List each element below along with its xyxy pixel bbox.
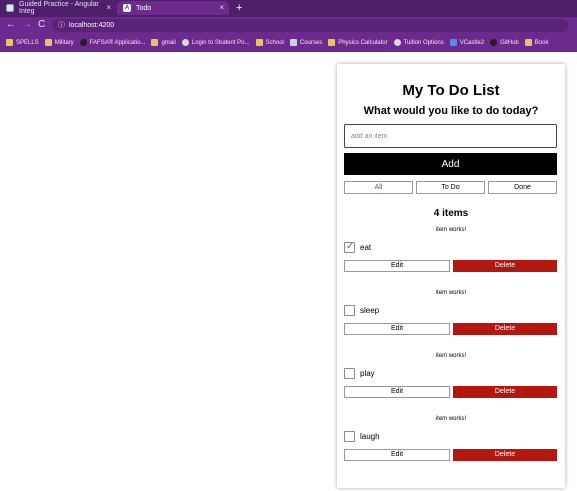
item-name: sleep <box>360 306 380 315</box>
bookmark-book[interactable]: Book <box>524 39 549 46</box>
bookmark-tuition-options[interactable]: Tuition Options <box>393 39 444 46</box>
bookmarks-bar: SPELLS Military FAFSA® Applicatio... gma… <box>0 35 577 50</box>
info-icon[interactable]: ⓘ <box>58 20 65 31</box>
bookmark-label: Military <box>54 39 74 46</box>
delete-button[interactable]: Delete <box>453 386 557 398</box>
item-checkbox[interactable]: ✓ <box>344 241 355 253</box>
folder-icon <box>255 39 263 46</box>
delete-button[interactable]: Delete <box>453 449 557 461</box>
item-count: 4 items <box>433 208 469 219</box>
reload-icon[interactable]: C <box>38 19 45 31</box>
shield-icon <box>289 39 297 46</box>
folder-icon <box>524 39 532 46</box>
todo-item: item works! ✓ laugh Edit Delete <box>337 414 565 472</box>
tab-label: Todo <box>136 4 152 12</box>
item-name: eat <box>360 243 372 252</box>
bookmark-label: FAFSA® Applicatio... <box>89 39 146 46</box>
edit-button[interactable]: Edit <box>344 386 450 398</box>
address-bar[interactable]: ⓘ localhost:4200 <box>52 19 568 32</box>
filter-todo-button[interactable]: To Do <box>416 181 485 194</box>
folder-icon <box>151 39 159 46</box>
bookmark-label: Courses <box>299 39 323 46</box>
filter-all-button[interactable]: All <box>344 181 413 194</box>
forward-arrow-icon[interactable]: → <box>22 19 32 31</box>
filter-done-button[interactable]: Done <box>488 181 557 194</box>
folder-icon <box>6 39 13 46</box>
bookmark-label: GitHub <box>500 39 519 46</box>
bookmark-student-portal[interactable]: Login to Student Po... <box>181 39 250 46</box>
bookmark-vcastle2[interactable]: VCastle2 <box>449 39 485 46</box>
v-icon <box>449 39 457 46</box>
tab-strip: Guided Practice - Angular Integ × A Todo… <box>0 0 577 17</box>
todo-item: item works! ✓ play Edit Delete <box>337 351 565 409</box>
add-item-input[interactable] <box>344 124 557 148</box>
checkmark-icon: ✓ <box>346 241 355 252</box>
bookmark-spells[interactable]: SPELLS <box>6 39 39 46</box>
bookmark-label: VCastle2 <box>459 39 485 46</box>
item-checkbox[interactable]: ✓ <box>344 368 355 379</box>
item-status-text: item works! <box>435 416 467 422</box>
bookmark-gmail[interactable]: gmail <box>151 39 176 46</box>
close-icon[interactable]: × <box>106 3 111 12</box>
bookmark-courses[interactable]: Courses <box>289 39 323 46</box>
bookmark-label: Login to Student Po... <box>191 39 250 46</box>
bookmark-fafsa[interactable]: FAFSA® Applicatio... <box>79 39 146 46</box>
item-name: laugh <box>360 432 380 441</box>
shield-icon <box>6 4 14 12</box>
browser-chrome: Guided Practice - Angular Integ × A Todo… <box>0 0 577 52</box>
folder-icon <box>44 39 52 46</box>
github-icon <box>490 39 498 46</box>
edit-button[interactable]: Edit <box>344 260 450 272</box>
bookmark-label: Physics Calculator <box>338 39 388 46</box>
close-icon[interactable]: × <box>219 3 224 12</box>
globe-icon <box>181 39 189 46</box>
edit-button[interactable]: Edit <box>344 323 450 335</box>
bookmark-label: Book <box>534 39 549 46</box>
page-title: My To Do List <box>402 82 500 99</box>
url-text: localhost:4200 <box>69 22 115 29</box>
browser-toolbar: ← → C ⓘ localhost:4200 <box>0 17 577 34</box>
bookmark-school[interactable]: School <box>255 39 284 46</box>
tab-guided-practice[interactable]: Guided Practice - Angular Integ × <box>0 1 116 15</box>
add-button[interactable]: Add <box>344 153 557 175</box>
tab-label: Guided Practice - Angular Integ <box>19 1 99 15</box>
fafsa-icon <box>79 39 87 46</box>
angular-icon: A <box>123 4 131 12</box>
edit-button[interactable]: Edit <box>344 449 450 461</box>
bookmark-label: Tuition Options <box>403 39 444 46</box>
todo-card: My To Do List What would you like to do … <box>337 64 565 488</box>
bookmark-label: gmail <box>161 39 176 46</box>
item-status-text: item works! <box>435 290 467 296</box>
item-status-text: item works! <box>435 227 467 233</box>
todo-item: item works! ✓ eat Edit Delete <box>337 225 565 283</box>
new-tab-button[interactable]: + <box>236 2 242 14</box>
page-icon <box>393 39 401 46</box>
delete-button[interactable]: Delete <box>453 260 557 272</box>
bookmark-github[interactable]: GitHub <box>490 39 519 46</box>
folder-icon <box>328 39 336 46</box>
page-subtitle: What would you like to do today? <box>363 105 539 117</box>
bookmark-label: SPELLS <box>16 39 39 46</box>
item-checkbox[interactable]: ✓ <box>344 431 355 442</box>
bookmark-military[interactable]: Military <box>44 39 74 46</box>
item-name: play <box>360 369 375 378</box>
bookmark-label: School <box>265 39 284 46</box>
item-status-text: item works! <box>435 353 467 359</box>
delete-button[interactable]: Delete <box>453 323 557 335</box>
bookmark-physics-calculator[interactable]: Physics Calculator <box>328 39 388 46</box>
back-arrow-icon[interactable]: ← <box>6 19 16 31</box>
tab-todo[interactable]: A Todo × <box>117 1 229 15</box>
todo-item: item works! ✓ sleep Edit Delete <box>337 288 565 346</box>
item-checkbox[interactable]: ✓ <box>344 305 355 316</box>
